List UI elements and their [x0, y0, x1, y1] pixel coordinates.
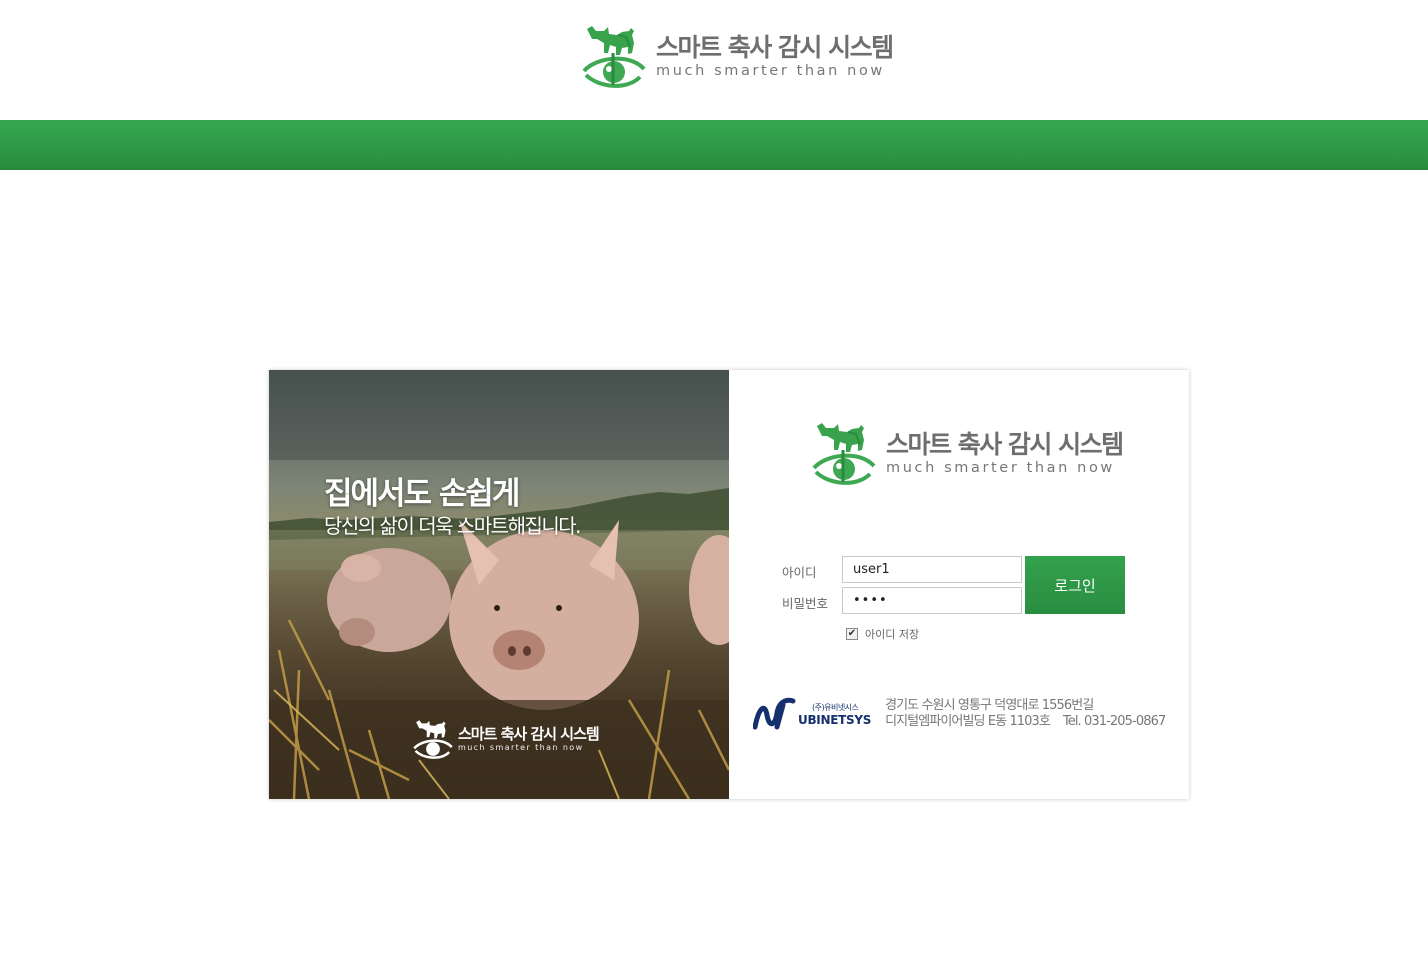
- company-name-english: UBINETSYS: [798, 712, 872, 727]
- company-info: (주)유비넷시스 UBINETSYS 경기도 수원시 영통구 덕영대로 1556…: [752, 697, 1166, 731]
- panel-logo: 스마트 축사 감시 시스템 much smarter than now: [812, 420, 1124, 486]
- header-green-band: [0, 120, 1428, 170]
- hero-photo: 집에서도 손쉽게 당신의 삶이 더욱 스마트해집니다. 스마트 축사 감시 시스…: [269, 370, 729, 799]
- password-label: 비밀번호: [782, 596, 829, 611]
- hero-subline: 당신의 삶이 더욱 스마트해집니다.: [324, 514, 582, 538]
- company-address-line2: 디지털엠파이어빌딩 E동 1103호 Tel. 031-205-0867: [885, 714, 1166, 729]
- cow-pig-eye-logo-icon: [582, 23, 646, 89]
- watermark-title: 스마트 축사 감시 시스템: [458, 725, 600, 743]
- company-address-line1: 경기도 수원시 영통구 덕영대로 1556번길: [885, 698, 1094, 713]
- top-header: 스마트 축사 감시 시스템 much smarter than now: [0, 0, 1428, 120]
- brand-title: 스마트 축사 감시 시스템: [656, 33, 894, 62]
- ubinetsys-n-logo-icon: [752, 697, 797, 731]
- cow-pig-eye-logo-icon: [413, 718, 453, 760]
- login-panel: 스마트 축사 감시 시스템 much smarter than now 아이디 …: [729, 370, 1189, 799]
- hero-headline: 집에서도 손쉽게: [324, 476, 520, 512]
- watermark-tagline: much smarter than now: [458, 743, 584, 752]
- login-card: 집에서도 손쉽게 당신의 삶이 더욱 스마트해집니다. 스마트 축사 감시 시스…: [269, 370, 1189, 799]
- brand-tagline: much smarter than now: [656, 63, 885, 79]
- save-id-option[interactable]: ✔ 아이디 저장: [846, 626, 919, 642]
- brand-title: 스마트 축사 감시 시스템: [886, 430, 1124, 459]
- save-id-label: 아이디 저장: [865, 628, 920, 641]
- header-logo[interactable]: 스마트 축사 감시 시스템 much smarter than now: [582, 23, 894, 89]
- company-name-korean: (주)유비넷시스: [812, 702, 859, 712]
- brand-tagline: much smarter than now: [886, 460, 1115, 476]
- id-label: 아이디: [782, 565, 817, 580]
- checkbox-checked-icon[interactable]: ✔: [846, 628, 858, 640]
- login-button[interactable]: 로그인: [1025, 556, 1125, 614]
- cow-pig-eye-logo-icon: [812, 420, 876, 486]
- password-input[interactable]: ••••: [842, 587, 1022, 614]
- id-input[interactable]: user1: [842, 556, 1022, 583]
- hero-watermark-logo: 스마트 축사 감시 시스템 much smarter than now: [413, 718, 600, 760]
